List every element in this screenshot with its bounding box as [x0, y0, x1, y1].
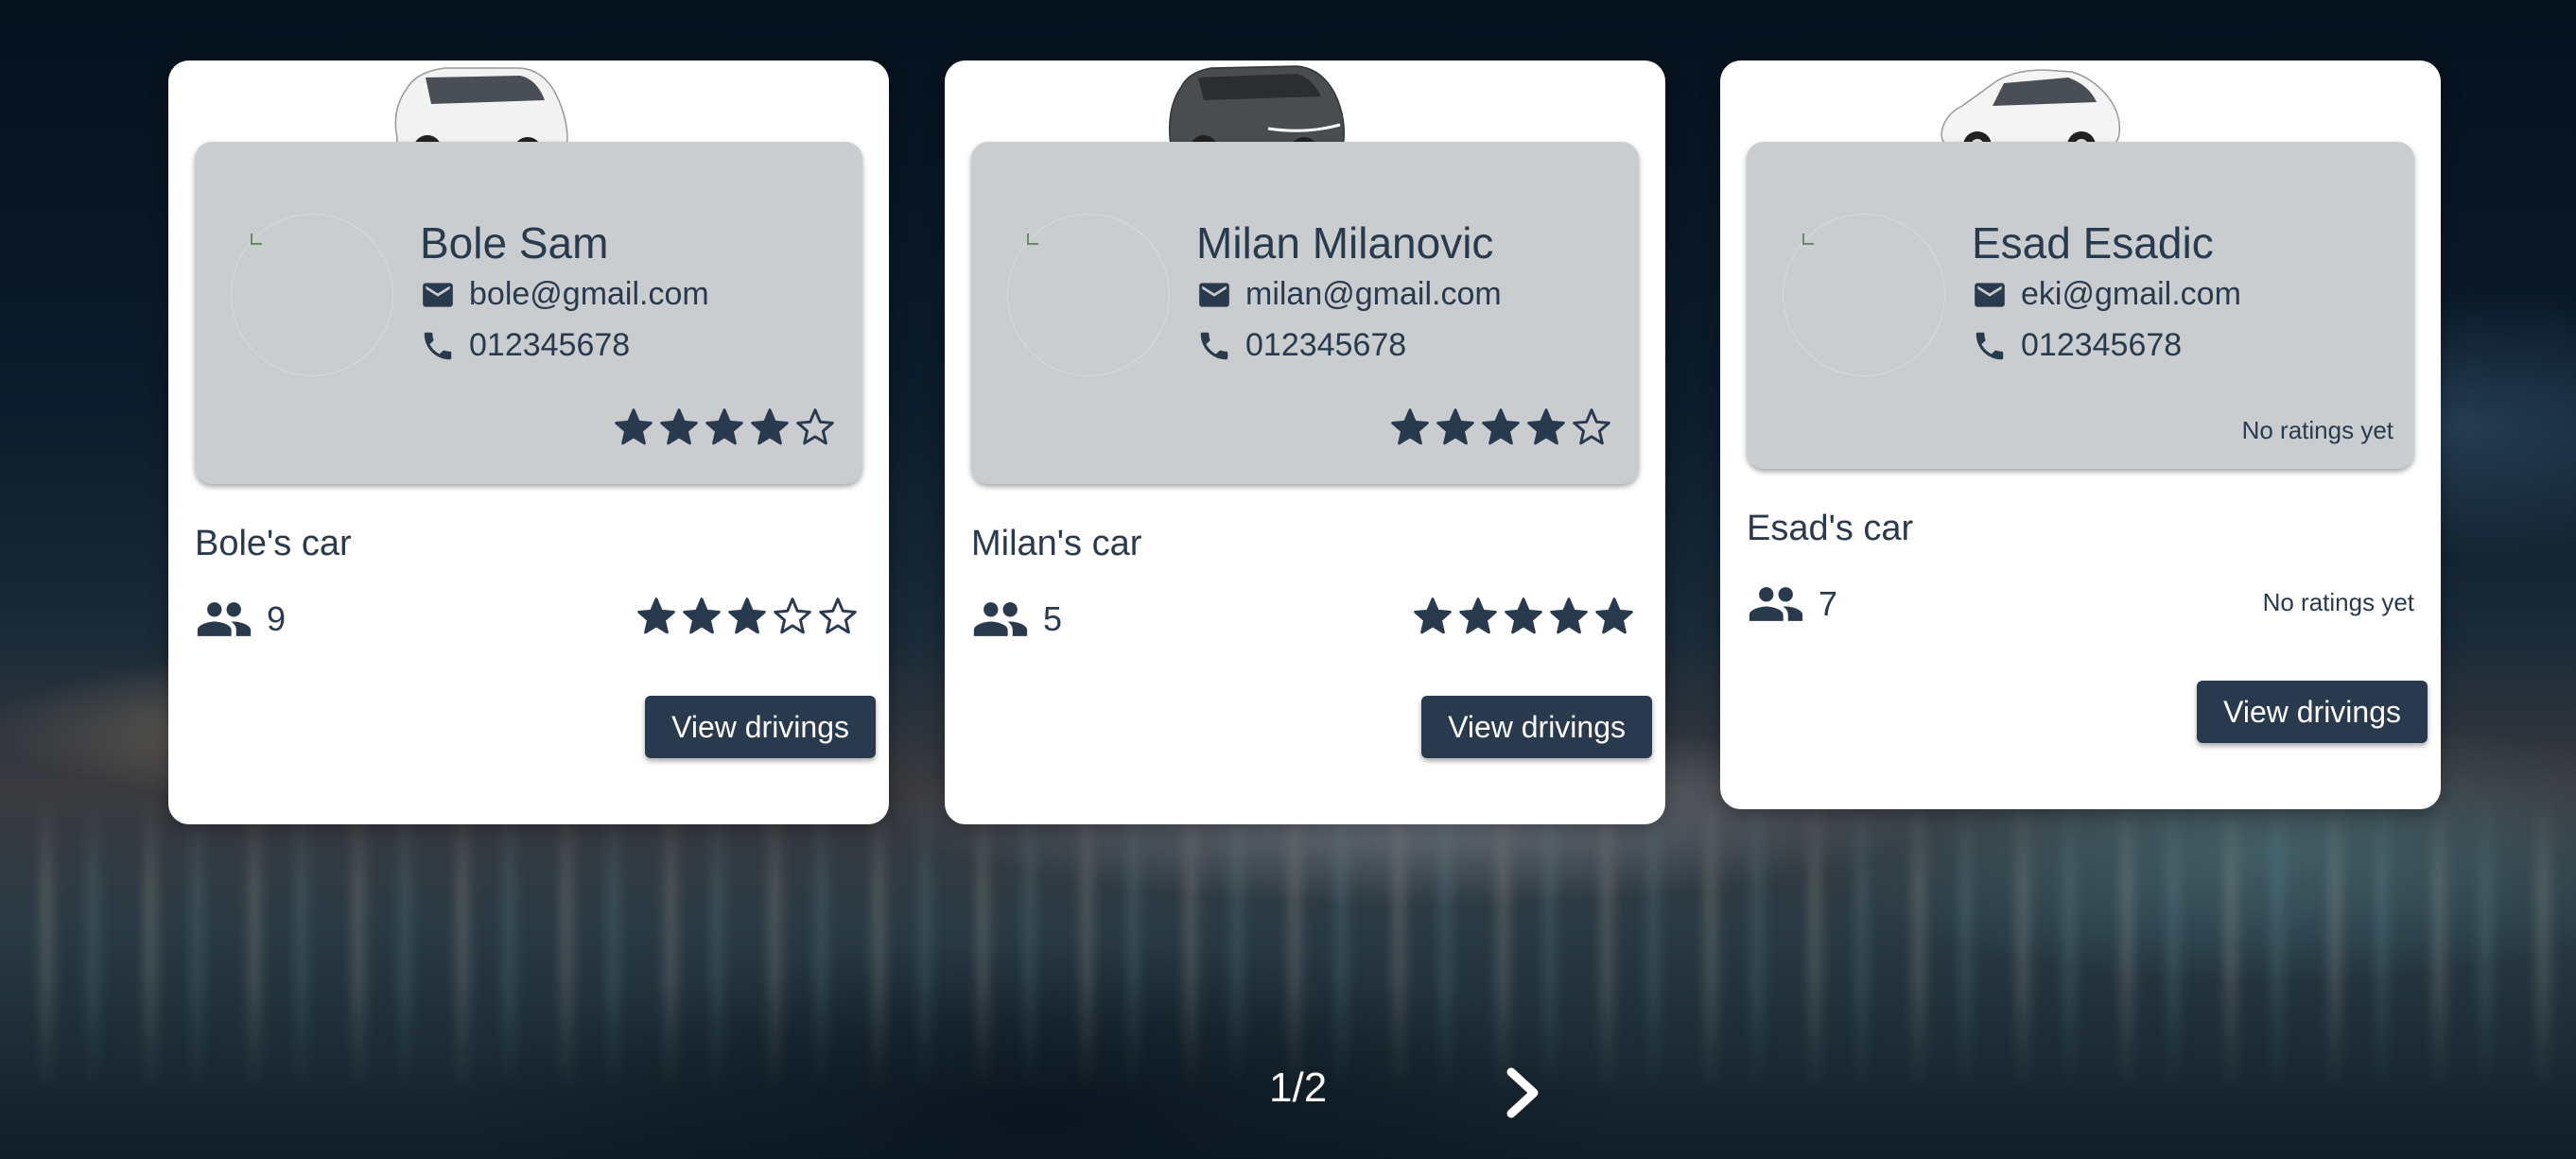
driver-rating — [1389, 407, 1612, 448]
star-filled-icon — [1459, 597, 1497, 634]
car-name: Esad's car — [1747, 509, 1914, 548]
star-filled-icon — [615, 408, 653, 445]
car-rating — [1412, 596, 1635, 637]
driver-phone-row: 012345678 — [1196, 327, 1406, 364]
star-filled-icon — [1550, 597, 1588, 634]
car-rating — [635, 596, 859, 637]
driver-email-row: bole@gmail.com — [420, 276, 709, 313]
mail-icon — [1975, 282, 2005, 307]
car-seats: 5 — [971, 597, 1062, 641]
mail-icon — [423, 282, 453, 307]
driver-phone: 012345678 — [2021, 327, 2183, 363]
driver-phone-row: 012345678 — [420, 327, 630, 364]
star-filled-icon — [705, 408, 743, 445]
driver-phone-row: 012345678 — [1972, 327, 2182, 364]
star-filled-icon — [1391, 408, 1429, 445]
car-name: Milan's car — [971, 524, 1142, 563]
star-filled-icon — [751, 408, 789, 445]
driver-panel: Esad Esadic eki@gmail.com 012345678 No r… — [1747, 142, 2414, 469]
driver-email: eki@gmail.com — [2021, 276, 2241, 312]
view-drivings-button[interactable]: View drivings — [645, 696, 876, 758]
car-seats: 7 — [1747, 582, 1837, 626]
driver-panel: Milan Milanovic milan@gmail.com 01234567… — [971, 142, 1639, 484]
car-card: Esad Esadic eki@gmail.com 012345678 No r… — [1720, 61, 2441, 809]
car-seats-count: 7 — [1819, 584, 1838, 623]
driver-email: bole@gmail.com — [469, 276, 709, 312]
phone-icon — [1976, 332, 2004, 359]
people-icon — [1749, 587, 1803, 621]
star-filled-icon — [1505, 597, 1542, 634]
star-filled-icon — [683, 597, 721, 634]
driver-phone: 012345678 — [469, 327, 631, 363]
car-card: Bole Sam bole@gmail.com 012345678 Bole's… — [168, 61, 889, 824]
driver-phone: 012345678 — [1245, 327, 1407, 363]
star-filled-icon — [728, 597, 766, 634]
star-empty-icon — [1573, 408, 1610, 445]
star-filled-icon — [660, 408, 698, 445]
driver-email-row: milan@gmail.com — [1196, 276, 1502, 313]
people-icon — [973, 602, 1028, 636]
star-empty-icon — [796, 408, 834, 445]
chevron-right-icon[interactable] — [1500, 1064, 1547, 1121]
car-name: Bole's car — [195, 524, 352, 563]
driver-name: Esad Esadic — [1972, 218, 2214, 268]
mail-icon — [1199, 282, 1229, 307]
star-filled-icon — [637, 597, 675, 634]
star-empty-icon — [774, 597, 811, 634]
car-no-ratings: No ratings yet — [2262, 588, 2414, 616]
page-indicator: 1/2 — [1269, 1064, 1328, 1111]
star-filled-icon — [1527, 408, 1565, 445]
car-seats-count: 9 — [267, 599, 287, 638]
star-filled-icon — [1482, 408, 1520, 445]
car-seats-count: 5 — [1043, 599, 1063, 638]
driver-no-ratings: No ratings yet — [2241, 416, 2393, 444]
star-filled-icon — [1436, 408, 1474, 445]
driver-panel: Bole Sam bole@gmail.com 012345678 — [195, 142, 862, 484]
driver-name: Milan Milanovic — [1196, 218, 1494, 268]
car-seats: 9 — [195, 597, 286, 641]
people-icon — [197, 602, 252, 636]
driver-email-row: eki@gmail.com — [1972, 276, 2241, 313]
star-empty-icon — [819, 597, 857, 634]
phone-icon — [424, 332, 452, 359]
background-city-lights — [0, 794, 2576, 1097]
phone-icon — [1200, 332, 1228, 359]
driver-rating — [613, 407, 836, 448]
driver-name: Bole Sam — [420, 218, 609, 268]
star-filled-icon — [1595, 597, 1633, 634]
driver-avatar — [1783, 214, 1945, 376]
car-card: Milan Milanovic milan@gmail.com 01234567… — [945, 61, 1665, 824]
view-drivings-button[interactable]: View drivings — [1421, 696, 1652, 758]
star-filled-icon — [1414, 597, 1452, 634]
view-drivings-button[interactable]: View drivings — [2197, 681, 2428, 743]
driver-avatar — [1007, 214, 1170, 376]
driver-email: milan@gmail.com — [1245, 276, 1502, 312]
driver-avatar — [231, 214, 393, 376]
